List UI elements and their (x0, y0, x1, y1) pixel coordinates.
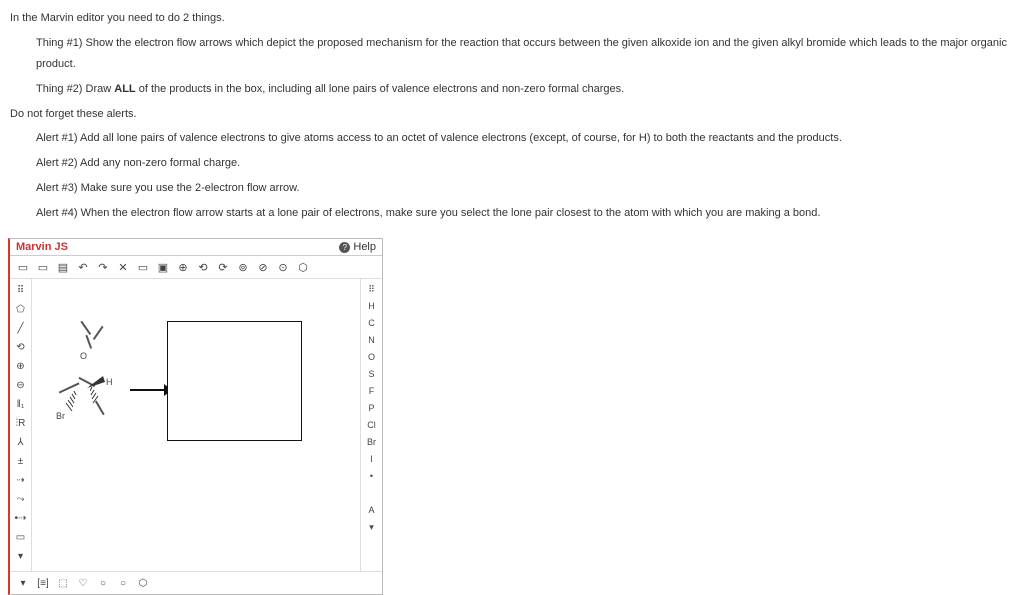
bottom-toolbar: ▾ [≡] ⬚ ♡ ○ ○ ⬡ (10, 571, 382, 594)
element-br-button[interactable]: Br (363, 434, 381, 450)
periodic-table-icon[interactable]: ⠿ (363, 281, 381, 297)
tool-view-icon[interactable]: ⊚ (234, 258, 252, 276)
o-atom-label: O (80, 351, 87, 361)
tool-select-icon[interactable]: ⠿ (12, 281, 30, 299)
template-2-icon[interactable]: ♡ (74, 574, 92, 592)
marvin-editor: Marvin JS ? Help ▭ ▭ ▤ ↶ ↷ ✕ ▭ ▣ ⊕ ⟲ ⟳ ⊚… (8, 238, 383, 595)
editor-title: Marvin JS (16, 241, 68, 253)
tool-bond-icon[interactable]: ╱ (12, 319, 30, 337)
tool-about-icon[interactable]: ⬡ (294, 258, 312, 276)
thing2-bold: ALL (114, 83, 135, 95)
help-icon: ? (339, 242, 350, 253)
template-3-icon[interactable]: ○ (94, 574, 112, 592)
tool-atom-icon[interactable]: ⅄ (12, 433, 30, 451)
element-c-button[interactable]: C (363, 315, 381, 331)
editor-header: Marvin JS ? Help (10, 239, 382, 256)
tool-save-icon[interactable]: ▤ (54, 258, 72, 276)
tool-paste-icon[interactable]: ▣ (154, 258, 172, 276)
template-1-icon[interactable]: ⬚ (54, 574, 72, 592)
thing1-text: Thing #1) Show the electron flow arrows … (10, 33, 1014, 75)
h-atom-label: H (106, 377, 113, 387)
tool-electron-flow-icon[interactable]: ⇢ (12, 471, 30, 489)
tool-rectangle-icon[interactable]: ▭ (12, 528, 30, 546)
tool-plusminus-icon[interactable]: ± (12, 452, 30, 470)
thing2-suffix: of the products in the box, including al… (136, 83, 625, 95)
tool-2d-icon[interactable]: ⟲ (194, 258, 212, 276)
tool-clear-icon[interactable]: ⊘ (254, 258, 272, 276)
tool-chain-icon[interactable]: ⟲ (12, 338, 30, 356)
product-box[interactable] (167, 321, 302, 441)
bond (81, 321, 91, 335)
tool-3d-icon[interactable]: ⟳ (214, 258, 232, 276)
element-o-button[interactable]: O (363, 349, 381, 365)
tool-copy-icon[interactable]: ▭ (134, 258, 152, 276)
element-s-button[interactable]: S (363, 366, 381, 382)
template-0-icon[interactable]: [≡] (34, 574, 52, 592)
tool-erase-icon[interactable]: ⬠ (12, 300, 30, 318)
element-p-button[interactable]: P (363, 400, 381, 416)
element-n-button[interactable]: N (363, 332, 381, 348)
tool-lonepair-icon[interactable]: ‖₁ (12, 395, 30, 413)
bond (86, 335, 92, 349)
intro-text: In the Marvin editor you need to do 2 th… (10, 8, 1014, 29)
drawing-canvas[interactable]: O H Br (32, 279, 360, 571)
element-f-button[interactable]: F (363, 383, 381, 399)
tool-arrow-icon[interactable]: ⤳ (12, 490, 30, 508)
tool-cut-icon[interactable]: ✕ (114, 258, 132, 276)
tool-charge-minus-icon[interactable]: ⊖ (12, 376, 30, 394)
reaction-arrow-line (130, 389, 166, 391)
template-5-icon[interactable]: ⬡ (134, 574, 152, 592)
alerts-intro-text: Do not forget these alerts. (10, 104, 1014, 125)
element-radical-button[interactable]: • (363, 468, 381, 484)
wedge-hash-icon (60, 391, 82, 413)
help-label: Help (353, 241, 376, 253)
tool-settings-icon[interactable]: ⊙ (274, 258, 292, 276)
thing2-text: Thing #2) Draw ALL of the products in th… (10, 79, 1014, 100)
tool-charge-plus-icon[interactable]: ⊕ (12, 357, 30, 375)
tool-zoom-icon[interactable]: ⊕ (174, 258, 192, 276)
alert2-text: Alert #2) Add any non-zero formal charge… (10, 153, 1014, 174)
tool-open-icon[interactable]: ▭ (34, 258, 52, 276)
element-h-button[interactable]: H (363, 298, 381, 314)
top-toolbar: ▭ ▭ ▤ ↶ ↷ ✕ ▭ ▣ ⊕ ⟲ ⟳ ⊚ ⊘ ⊙ ⬡ (10, 256, 382, 279)
element-i-button[interactable]: I (363, 451, 381, 467)
bond (93, 326, 103, 340)
tool-undo-icon[interactable]: ↶ (74, 258, 92, 276)
alert3-text: Alert #3) Make sure you use the 2-electr… (10, 178, 1014, 199)
help-link[interactable]: ? Help (339, 241, 376, 253)
element-blank-button[interactable] (363, 485, 381, 501)
tool-more-icon[interactable]: ▾ (12, 547, 30, 565)
tool-new-icon[interactable]: ▭ (14, 258, 32, 276)
template-4-icon[interactable]: ○ (114, 574, 132, 592)
element-more-icon[interactable]: ▾ (363, 519, 381, 535)
tool-rgroup-icon[interactable]: ⫶R (12, 414, 30, 432)
right-toolbar: ⠿ H C N O S F P Cl Br I • A ▾ (360, 279, 382, 571)
br-atom-label: Br (56, 411, 65, 421)
element-cl-button[interactable]: Cl (363, 417, 381, 433)
tool-radical-icon[interactable]: •⇢ (12, 509, 30, 527)
alert4-text: Alert #4) When the electron flow arrow s… (10, 203, 1014, 224)
element-a-button[interactable]: A (363, 502, 381, 518)
left-toolbar: ⠿ ⬠ ╱ ⟲ ⊕ ⊖ ‖₁ ⫶R ⅄ ± ⇢ ⤳ •⇢ ▭ ▾ (10, 279, 32, 571)
bottom-more-icon[interactable]: ▾ (14, 574, 32, 592)
alert1-text: Alert #1) Add all lone pairs of valence … (10, 128, 1014, 149)
tool-redo-icon[interactable]: ↷ (94, 258, 112, 276)
thing2-prefix: Thing #2) Draw (36, 83, 114, 95)
